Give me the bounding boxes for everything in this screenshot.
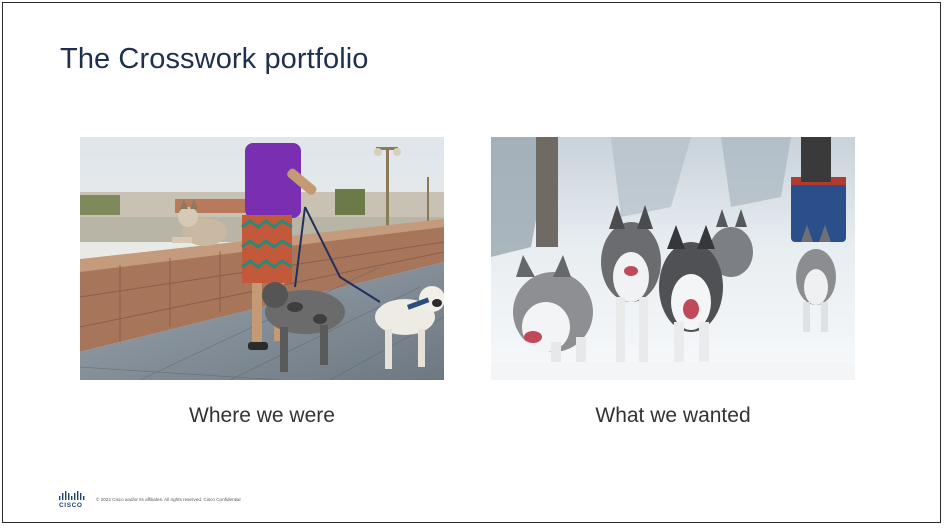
left-caption: Where we were [189, 404, 335, 427]
sled-dogs-photo [491, 137, 855, 380]
sled-dogs-illustration [491, 137, 855, 380]
dog-walker-illustration [80, 137, 444, 380]
slide: The Crosswork portfolio Where we were Wh… [2, 2, 941, 523]
slide-title: The Crosswork portfolio [60, 43, 369, 75]
right-caption: What we wanted [595, 404, 751, 427]
dog-walker-photo [80, 137, 444, 380]
footer-copyright: © 2022 Cisco and/or its affiliates. All … [96, 497, 241, 502]
cisco-wordmark: CISCO [59, 502, 83, 509]
